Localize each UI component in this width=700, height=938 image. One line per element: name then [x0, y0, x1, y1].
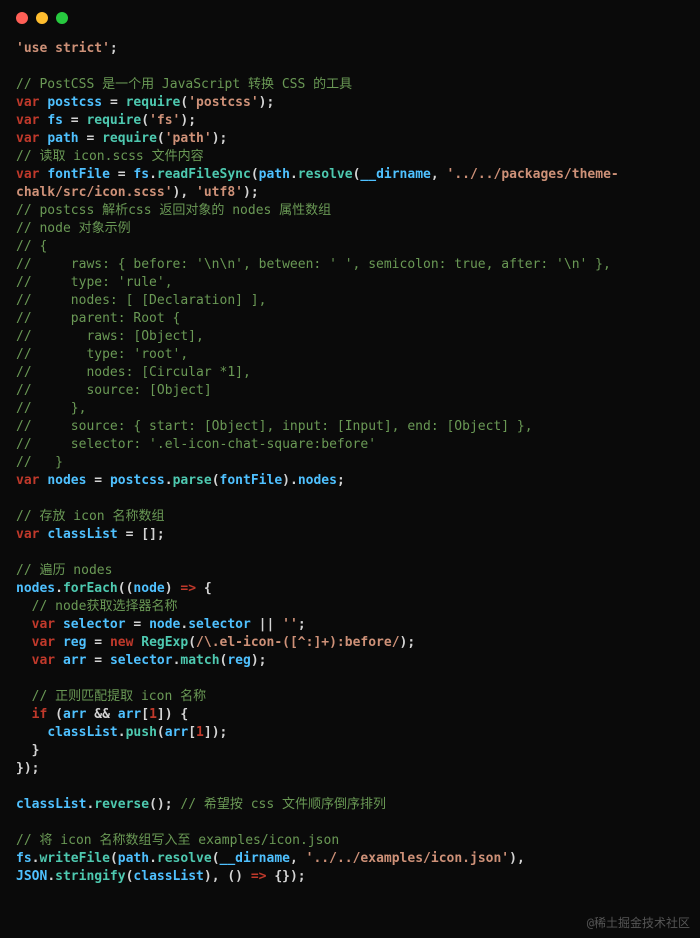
- minimize-icon[interactable]: [36, 12, 48, 24]
- watermark-text: @稀土掘金技术社区: [587, 914, 690, 932]
- close-icon[interactable]: [16, 12, 28, 24]
- maximize-icon[interactable]: [56, 12, 68, 24]
- terminal-window: 'use strict'; // PostCSS 是一个用 JavaScript…: [0, 0, 700, 906]
- window-controls: [0, 0, 700, 32]
- code-block: 'use strict'; // PostCSS 是一个用 JavaScript…: [0, 32, 700, 906]
